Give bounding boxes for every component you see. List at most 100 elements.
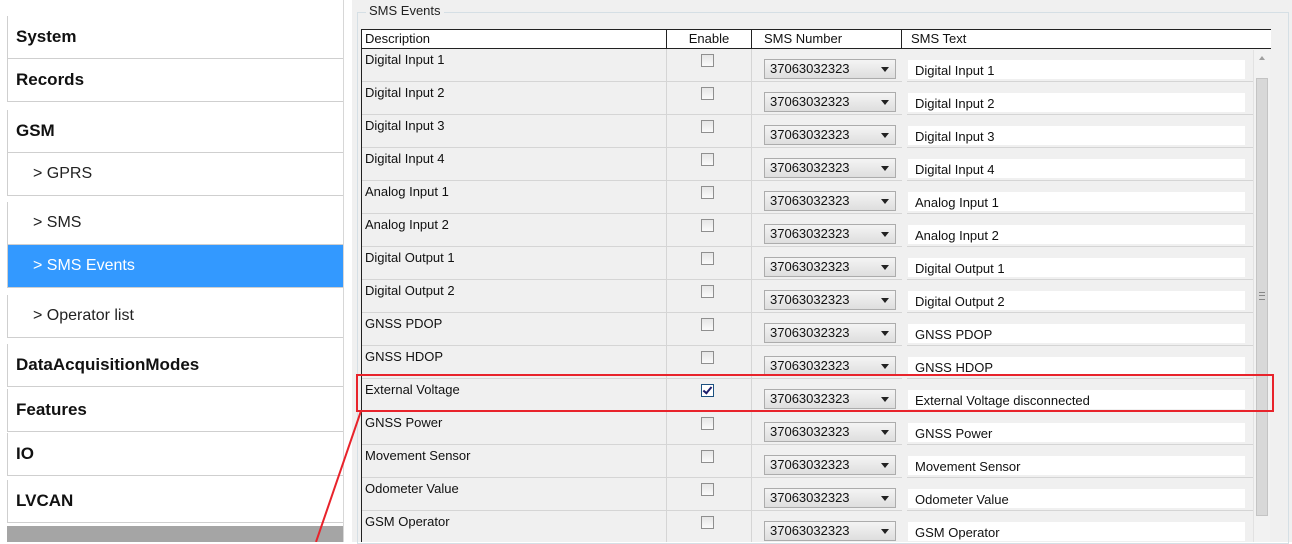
enable-checkbox[interactable]	[701, 351, 714, 364]
event-description: Digital Input 4	[362, 148, 667, 181]
column-header-sms-number[interactable]: SMS Number	[752, 30, 902, 48]
enable-cell	[667, 247, 752, 280]
enable-checkbox[interactable]	[701, 252, 714, 265]
sms-number-dropdown[interactable]: 37063032323	[764, 59, 896, 79]
sms-number-value: 37063032323	[770, 193, 850, 208]
sms-number-dropdown[interactable]: 37063032323	[764, 158, 896, 178]
event-description: Analog Input 1	[362, 181, 667, 214]
sms-number-cell: 37063032323	[752, 412, 902, 445]
column-header-enable[interactable]: Enable	[667, 30, 752, 48]
enable-checkbox[interactable]	[701, 450, 714, 463]
enable-cell	[667, 379, 752, 412]
sidebar-item-system[interactable]: System	[7, 16, 343, 59]
table-row: Digital Input 3 37063032323 Digital Inpu…	[362, 115, 1262, 148]
sidebar-item-records[interactable]: Records	[7, 59, 343, 102]
enable-checkbox[interactable]	[701, 285, 714, 298]
table-row: GSM Operator 37063032323 GSM Operator	[362, 511, 1262, 542]
sidebar-item-gsm[interactable]: GSM	[7, 110, 343, 153]
sms-number-dropdown[interactable]: 37063032323	[764, 488, 896, 508]
sms-text-input[interactable]: Analog Input 1	[907, 191, 1246, 212]
sms-text-input[interactable]: GSM Operator	[907, 521, 1246, 542]
column-header-description[interactable]: Description	[362, 30, 667, 48]
enable-checkbox[interactable]	[701, 120, 714, 133]
enable-checkbox[interactable]	[701, 153, 714, 166]
sidebar-item-gprs[interactable]: > GPRS	[7, 153, 343, 196]
sms-text-input[interactable]: GNSS PDOP	[907, 323, 1246, 344]
sms-number-dropdown[interactable]: 37063032323	[764, 290, 896, 310]
sms-number-value: 37063032323	[770, 523, 850, 538]
sms-text-cell: Analog Input 2	[907, 214, 1253, 247]
column-header-sms-text[interactable]: SMS Text	[902, 30, 1271, 48]
sms-number-dropdown[interactable]: 37063032323	[764, 323, 896, 343]
enable-cell	[667, 214, 752, 247]
sms-text-cell: GNSS HDOP	[907, 346, 1253, 379]
sms-number-dropdown[interactable]: 37063032323	[764, 356, 896, 376]
sms-number-dropdown[interactable]: 37063032323	[764, 521, 896, 541]
sms-number-dropdown[interactable]: 37063032323	[764, 92, 896, 112]
sms-text-input[interactable]: Odometer Value	[907, 488, 1246, 509]
enable-checkbox[interactable]	[701, 417, 714, 430]
sidebar-item-io[interactable]: IO	[7, 433, 343, 476]
enable-checkbox[interactable]	[701, 219, 714, 232]
sms-text-input[interactable]: Digital Input 2	[907, 92, 1246, 113]
event-description: Odometer Value	[362, 478, 667, 511]
sms-text-input[interactable]: Digital Input 1	[907, 59, 1246, 80]
event-description: GSM Operator	[362, 511, 667, 542]
sms-number-dropdown[interactable]: 37063032323	[764, 455, 896, 475]
enable-checkbox[interactable]	[701, 516, 714, 529]
sidebar-item-sms-events[interactable]: > SMS Events	[7, 245, 343, 288]
sidebar-item-operator-list[interactable]: > Operator list	[7, 295, 343, 338]
sidebar-item-sms[interactable]: > SMS	[7, 202, 343, 245]
sms-number-cell: 37063032323	[752, 115, 902, 148]
sms-text-input[interactable]: External Voltage disconnected	[907, 389, 1246, 410]
table-row: GNSS HDOP 37063032323 GNSS HDOP	[362, 346, 1262, 379]
table-row: Digital Input 4 37063032323 Digital Inpu…	[362, 148, 1262, 181]
sms-text-input[interactable]: Digital Input 3	[907, 125, 1246, 146]
sidebar-item-label: LVCAN	[16, 491, 74, 510]
chevron-down-icon	[881, 496, 889, 501]
vertical-scrollbar[interactable]	[1253, 50, 1270, 542]
sidebar-item-label: Records	[16, 70, 85, 89]
sidebar-item-data-acquisition-modes[interactable]: DataAcquisitionModes	[7, 344, 343, 387]
sms-number-dropdown[interactable]: 37063032323	[764, 224, 896, 244]
sms-number-cell: 37063032323	[752, 82, 902, 115]
sms-text-input[interactable]: Digital Output 1	[907, 257, 1246, 278]
sms-text-input[interactable]: Digital Input 4	[907, 158, 1246, 179]
table-row: Movement Sensor 37063032323 Movement Sen…	[362, 445, 1262, 478]
enable-checkbox[interactable]	[701, 87, 714, 100]
sms-number-dropdown[interactable]: 37063032323	[764, 191, 896, 211]
sidebar-item-lvcan[interactable]: LVCAN	[7, 480, 343, 523]
enable-checkbox[interactable]	[701, 54, 714, 67]
sms-text-cell: Digital Output 2	[907, 280, 1253, 313]
sms-number-dropdown[interactable]: 37063032323	[764, 257, 896, 277]
sms-text-input[interactable]: Analog Input 2	[907, 224, 1246, 245]
enable-checkbox[interactable]	[701, 318, 714, 331]
enable-checkbox[interactable]	[701, 384, 714, 397]
chevron-down-icon	[881, 199, 889, 204]
enable-checkbox[interactable]	[701, 483, 714, 496]
sms-text-input[interactable]: Digital Output 2	[907, 290, 1246, 311]
chevron-down-icon	[881, 133, 889, 138]
scrollbar-thumb[interactable]	[1256, 78, 1268, 516]
sidebar-item-label: GSM	[16, 121, 55, 140]
table-row: GNSS PDOP 37063032323 GNSS PDOP	[362, 313, 1262, 346]
sms-text-input[interactable]: GNSS HDOP	[907, 356, 1246, 377]
event-description: Analog Input 2	[362, 214, 667, 247]
sms-number-dropdown[interactable]: 37063032323	[764, 389, 896, 409]
sms-number-cell: 37063032323	[752, 49, 902, 82]
enable-cell	[667, 346, 752, 379]
scroll-up-arrow-icon[interactable]	[1254, 50, 1270, 67]
sms-number-value: 37063032323	[770, 292, 850, 307]
sidebar-item-partial[interactable]	[7, 526, 343, 542]
sms-number-dropdown[interactable]: 37063032323	[764, 125, 896, 145]
sms-number-dropdown[interactable]: 37063032323	[764, 422, 896, 442]
sms-number-value: 37063032323	[770, 358, 850, 373]
sidebar-item-features[interactable]: Features	[7, 389, 343, 432]
sms-text-input[interactable]: GNSS Power	[907, 422, 1246, 443]
enable-checkbox[interactable]	[701, 186, 714, 199]
chevron-down-icon	[881, 298, 889, 303]
sms-number-value: 37063032323	[770, 160, 850, 175]
sms-events-grid: Description Enable SMS Number SMS Text D…	[361, 29, 1271, 542]
sidebar-item-label: > GPRS	[33, 165, 93, 182]
sms-text-input[interactable]: Movement Sensor	[907, 455, 1246, 476]
